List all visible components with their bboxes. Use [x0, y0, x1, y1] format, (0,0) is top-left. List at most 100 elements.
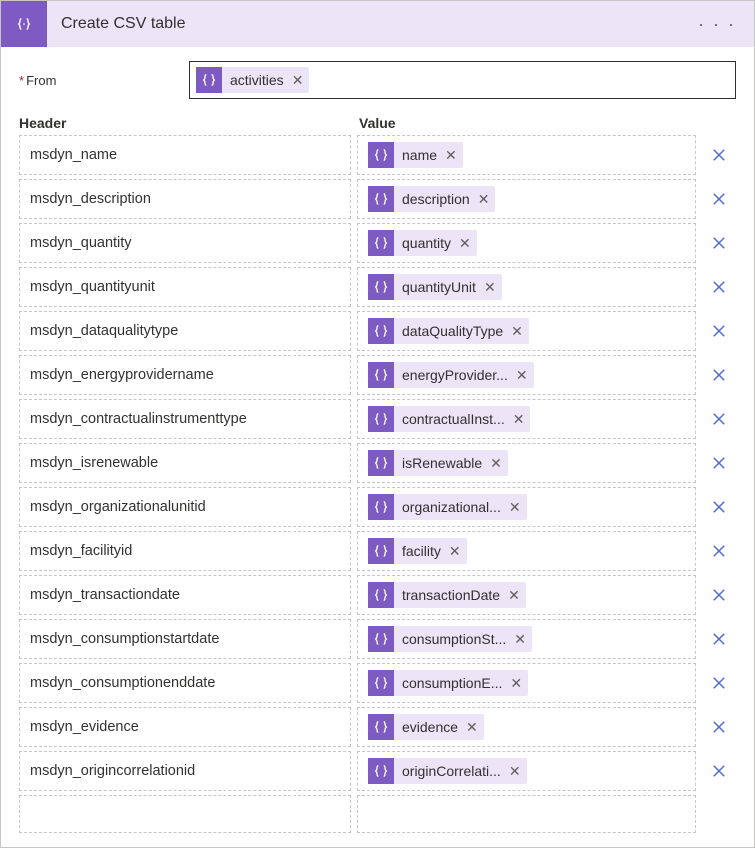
- delete-row-button[interactable]: [702, 751, 736, 791]
- delete-row-button[interactable]: [702, 267, 736, 307]
- value-token-label: facility: [402, 543, 441, 559]
- header-input[interactable]: msdyn_energyprovidername: [19, 355, 351, 395]
- header-input[interactable]: msdyn_organizationalunitid: [19, 487, 351, 527]
- token-remove-icon[interactable]: ✕: [510, 675, 522, 692]
- header-input[interactable]: msdyn_evidence: [19, 707, 351, 747]
- card-header[interactable]: Create CSV table · · ·: [1, 1, 754, 47]
- card-menu-button[interactable]: · · ·: [690, 10, 744, 39]
- value-input[interactable]: dataQualityType✕: [357, 311, 696, 351]
- value-input[interactable]: quantityUnit✕: [357, 267, 696, 307]
- value-input[interactable]: consumptionE...✕: [357, 663, 696, 703]
- value-token[interactable]: name✕: [368, 142, 463, 168]
- delete-row-button[interactable]: [702, 311, 736, 351]
- braces-icon: [368, 538, 394, 564]
- required-asterisk: *: [19, 73, 24, 88]
- value-token[interactable]: energyProvider...✕: [368, 362, 534, 388]
- value-token[interactable]: contractualInst... ✕: [368, 406, 530, 432]
- delete-row-button[interactable]: [702, 707, 736, 747]
- token-remove-icon[interactable]: ✕: [490, 455, 502, 472]
- braces-icon: [16, 16, 32, 32]
- token-remove-icon[interactable]: ✕: [509, 763, 521, 780]
- column-header-header: Header: [19, 115, 357, 131]
- token-remove-icon[interactable]: ✕: [484, 279, 496, 296]
- value-input[interactable]: contractualInst... ✕: [357, 399, 696, 439]
- delete-row-button[interactable]: [702, 135, 736, 175]
- token-remove-icon[interactable]: ✕: [508, 587, 520, 604]
- token-remove-icon[interactable]: ✕: [511, 323, 523, 340]
- table-row: msdyn_dataqualitytype dataQualityType✕: [19, 311, 736, 351]
- delete-row-button[interactable]: [702, 575, 736, 615]
- value-input[interactable]: originCorrelati...✕: [357, 751, 696, 791]
- token-remove-icon[interactable]: ✕: [478, 191, 490, 208]
- table-row: msdyn_energyprovidername energyProvider..…: [19, 355, 736, 395]
- value-input[interactable]: evidence✕: [357, 707, 696, 747]
- value-token[interactable]: dataQualityType✕: [368, 318, 529, 344]
- delete-row-button[interactable]: [702, 443, 736, 483]
- value-input[interactable]: isRenewable✕: [357, 443, 696, 483]
- delete-row-button[interactable]: [702, 619, 736, 659]
- header-input[interactable]: msdyn_description: [19, 179, 351, 219]
- table-row: msdyn_contractualinstrumenttype contractu…: [19, 399, 736, 439]
- header-input[interactable]: msdyn_quantity: [19, 223, 351, 263]
- value-token[interactable]: originCorrelati...✕: [368, 758, 527, 784]
- header-input[interactable]: msdyn_consumptionstartdate: [19, 619, 351, 659]
- value-input[interactable]: transactionDate✕: [357, 575, 696, 615]
- token-remove-icon[interactable]: ✕: [509, 499, 521, 516]
- spacer: [702, 795, 736, 833]
- header-input[interactable]: msdyn_isrenewable: [19, 443, 351, 483]
- braces-icon: [196, 67, 222, 93]
- delete-row-button[interactable]: [702, 355, 736, 395]
- header-input[interactable]: msdyn_dataqualitytype: [19, 311, 351, 351]
- delete-row-button[interactable]: [702, 179, 736, 219]
- value-token[interactable]: transactionDate✕: [368, 582, 526, 608]
- token-remove-icon[interactable]: ✕: [459, 235, 471, 252]
- value-input[interactable]: name✕: [357, 135, 696, 175]
- header-input[interactable]: msdyn_transactiondate: [19, 575, 351, 615]
- delete-row-button[interactable]: [702, 531, 736, 571]
- table-row: msdyn_origincorrelationid originCorrelati…: [19, 751, 736, 791]
- delete-row-button[interactable]: [702, 223, 736, 263]
- value-token[interactable]: quantity✕: [368, 230, 477, 256]
- token-remove-icon[interactable]: ✕: [516, 367, 528, 384]
- value-token[interactable]: quantityUnit✕: [368, 274, 502, 300]
- header-input[interactable]: msdyn_name: [19, 135, 351, 175]
- delete-row-button[interactable]: [702, 399, 736, 439]
- delete-row-button[interactable]: [702, 487, 736, 527]
- token-remove-icon[interactable]: ✕: [513, 411, 525, 428]
- token-remove-icon[interactable]: ✕: [514, 631, 526, 648]
- value-token-label: contractualInst...: [402, 411, 505, 427]
- value-token[interactable]: consumptionSt...✕: [368, 626, 532, 652]
- delete-row-button[interactable]: [702, 663, 736, 703]
- from-token[interactable]: activities ✕: [196, 67, 309, 93]
- header-input[interactable]: msdyn_consumptionenddate: [19, 663, 351, 703]
- value-input[interactable]: description✕: [357, 179, 696, 219]
- value-token[interactable]: facility ✕: [368, 538, 467, 564]
- braces-icon: [368, 582, 394, 608]
- token-remove-icon[interactable]: ✕: [466, 719, 478, 736]
- value-input[interactable]: consumptionSt...✕: [357, 619, 696, 659]
- header-input[interactable]: msdyn_origincorrelationid: [19, 751, 351, 791]
- value-token[interactable]: isRenewable✕: [368, 450, 508, 476]
- braces-icon: [368, 626, 394, 652]
- column-header-value: Value: [357, 115, 736, 131]
- value-token[interactable]: organizational...✕: [368, 494, 527, 520]
- braces-icon: [368, 230, 394, 256]
- token-remove-icon[interactable]: ✕: [292, 72, 304, 89]
- value-input[interactable]: organizational...✕: [357, 487, 696, 527]
- columns-table: Header Value msdyn_name name✕ msdyn_descri…: [19, 113, 736, 833]
- token-remove-icon[interactable]: ✕: [445, 147, 457, 164]
- value-input[interactable]: quantity✕: [357, 223, 696, 263]
- value-token[interactable]: evidence✕: [368, 714, 484, 740]
- value-input[interactable]: facility ✕: [357, 531, 696, 571]
- action-card: Create CSV table · · · *From activities …: [0, 0, 755, 848]
- header-input[interactable]: msdyn_quantityunit: [19, 267, 351, 307]
- value-input[interactable]: energyProvider...✕: [357, 355, 696, 395]
- value-input[interactable]: [357, 795, 696, 833]
- from-input[interactable]: activities ✕: [189, 61, 736, 99]
- value-token[interactable]: consumptionE...✕: [368, 670, 528, 696]
- header-input[interactable]: msdyn_contractualinstrumenttype: [19, 399, 351, 439]
- header-input[interactable]: [19, 795, 351, 833]
- header-input[interactable]: msdyn_facilityid: [19, 531, 351, 571]
- value-token[interactable]: description✕: [368, 186, 495, 212]
- token-remove-icon[interactable]: ✕: [449, 543, 461, 560]
